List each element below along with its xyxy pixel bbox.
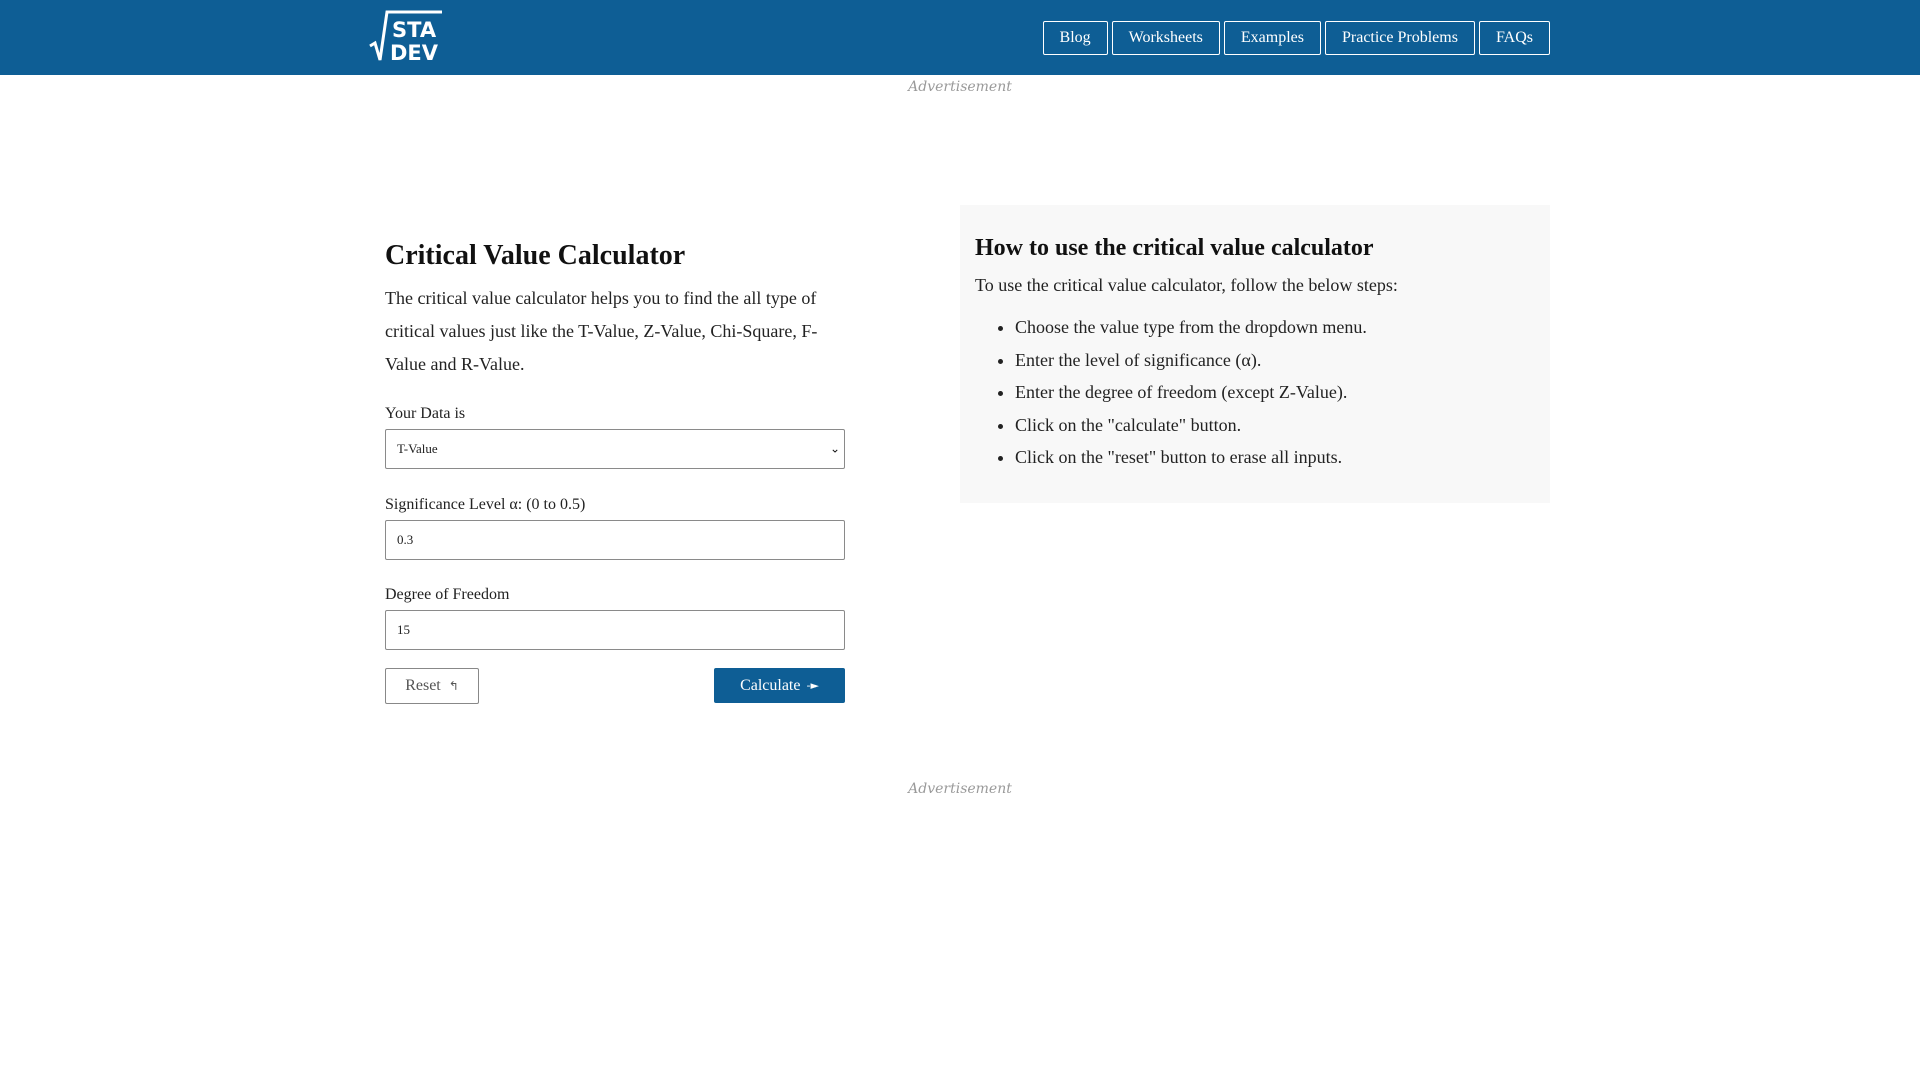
page-title: Critical Value Calculator: [385, 240, 686, 271]
logo-text-top: STA: [392, 18, 437, 42]
dof-input[interactable]: 15: [385, 610, 845, 650]
reset-icon: ↰: [448, 679, 459, 693]
calculate-button[interactable]: Calculate -►: [714, 668, 845, 703]
nav-blog[interactable]: Blog: [1042, 21, 1108, 55]
significance-label: Significance Level α: (0 to 0.5): [385, 496, 586, 513]
how-to-steps: Choose the value type from the dropdown …: [975, 311, 1535, 474]
logo-text-bottom: DEV: [390, 41, 439, 64]
advertisement-label-top: Advertisement: [908, 79, 1012, 95]
arrow-right-icon: -►: [806, 679, 819, 692]
stadev-logo[interactable]: STA DEV: [368, 8, 444, 64]
calculator-panel: Critical Value Calculator The critical v…: [385, 236, 845, 716]
nav-practice-problems[interactable]: Practice Problems: [1324, 21, 1475, 55]
data-type-label: Your Data is: [385, 405, 466, 422]
dof-value: 15: [397, 622, 410, 637]
step-item: Click on the "reset" button to erase all…: [1015, 441, 1535, 474]
dof-label: Degree of Freedom: [385, 586, 510, 603]
step-item: Enter the degree of freedom (except Z-Va…: [1015, 376, 1535, 409]
data-type-select[interactable]: T-Value ⌄: [385, 429, 845, 469]
how-to-panel: How to use the critical value calculator…: [960, 205, 1550, 503]
nav-worksheets[interactable]: Worksheets: [1111, 21, 1220, 55]
top-nav: Blog Worksheets Examples Practice Proble…: [1042, 21, 1550, 55]
how-to-title: How to use the critical value calculator: [975, 235, 1374, 261]
data-type-group: Your Data is T-Value ⌄: [385, 404, 845, 469]
reset-label: Reset: [405, 677, 441, 694]
step-item: Enter the level of significance (α).: [1015, 344, 1535, 377]
significance-value: 0.3: [397, 532, 414, 547]
step-item: Click on the "calculate" button.: [1015, 409, 1535, 442]
how-to-intro: To use the critical value calculator, fo…: [975, 275, 1398, 295]
nav-faqs[interactable]: FAQs: [1478, 21, 1550, 55]
chevron-down-icon: ⌄: [829, 441, 840, 456]
site-header: STA DEV Blog Worksheets Examples Practic…: [0, 0, 1920, 75]
significance-group: Significance Level α: (0 to 0.5) 0.3: [385, 495, 845, 560]
reset-button[interactable]: Reset ↰: [385, 668, 479, 704]
advertisement-label-bottom: Advertisement: [908, 781, 1012, 797]
calculate-label: Calculate: [740, 676, 801, 694]
significance-input[interactable]: 0.3: [385, 520, 845, 560]
step-item: Choose the value type from the dropdown …: [1015, 311, 1535, 344]
dof-group: Degree of Freedom 15: [385, 585, 845, 650]
data-type-value: T-Value: [397, 441, 438, 456]
calculator-description: The critical value calculator helps you …: [385, 288, 818, 374]
nav-examples[interactable]: Examples: [1223, 21, 1321, 55]
